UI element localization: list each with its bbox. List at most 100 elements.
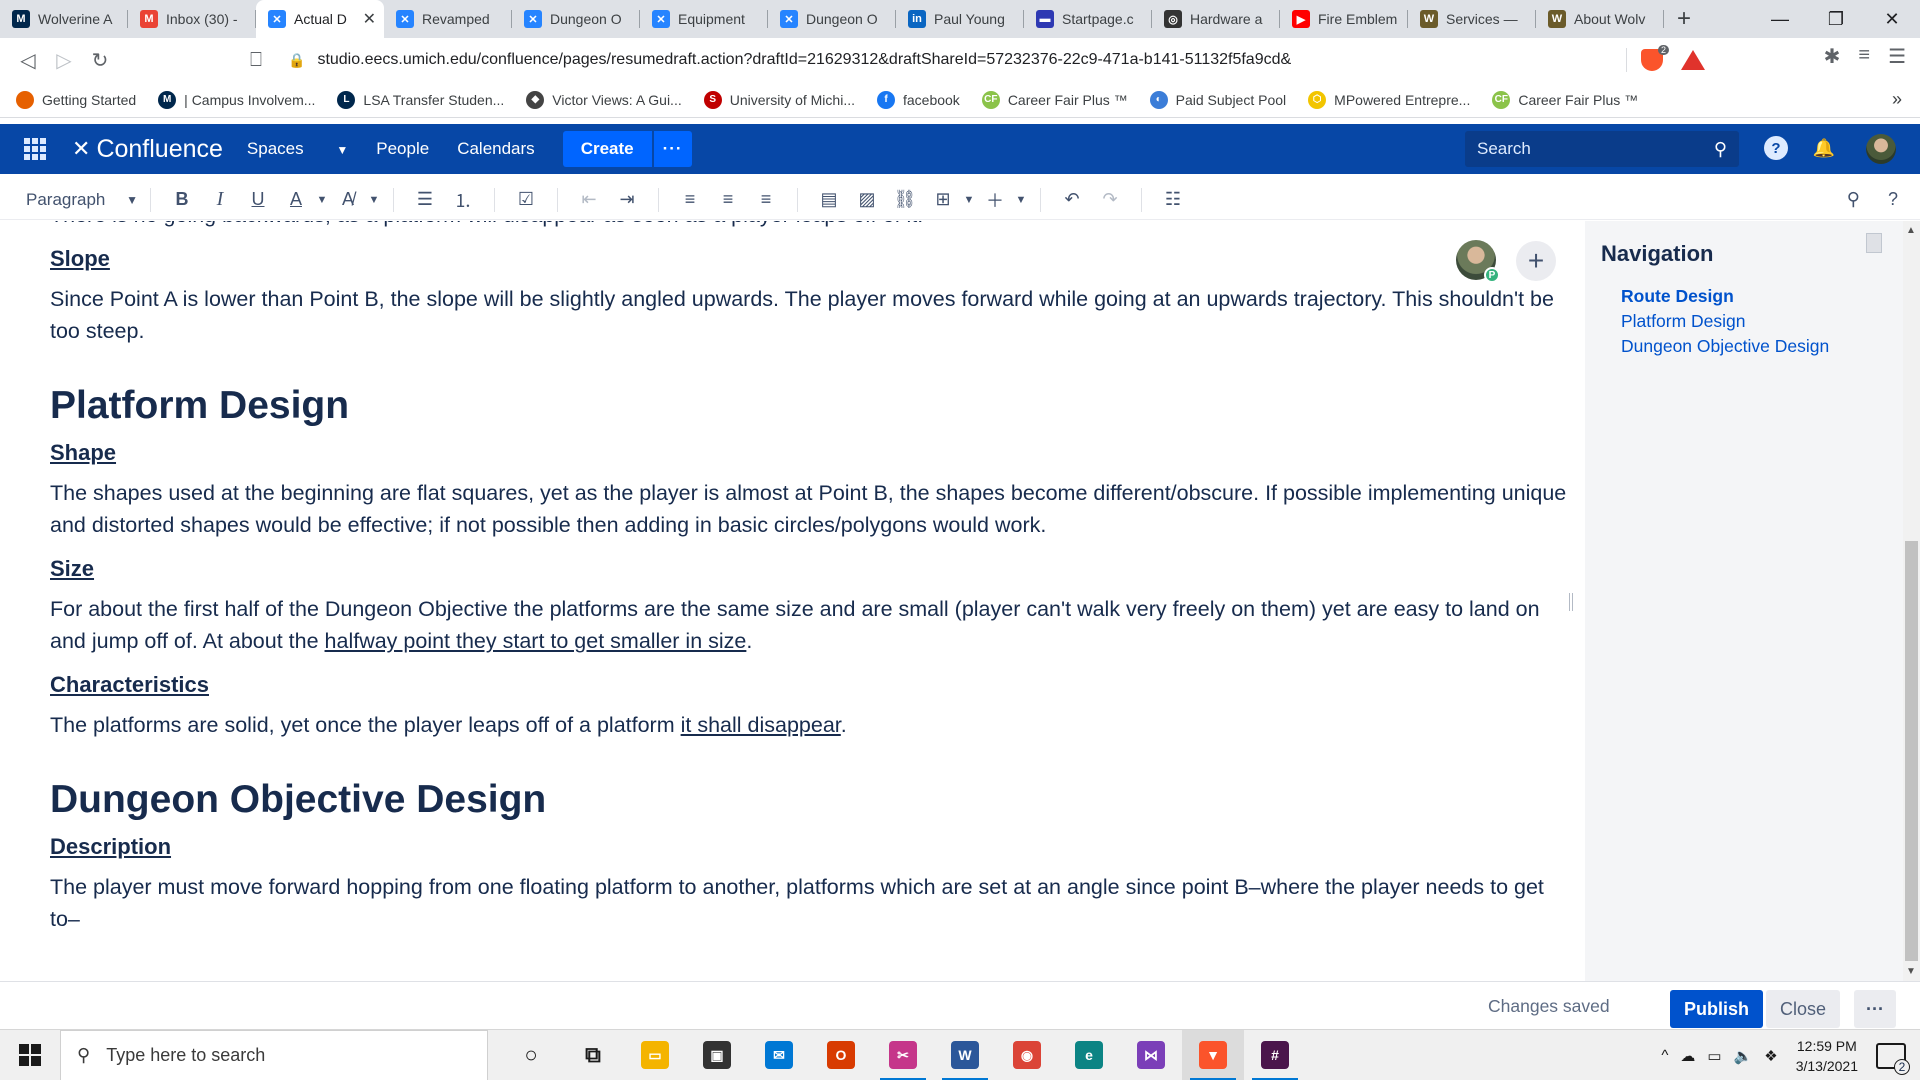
taskbar-app[interactable]: e [1058, 1030, 1120, 1080]
keyboard-help-icon[interactable]: ? [1888, 189, 1898, 210]
bookmark-item[interactable]: M | Campus Involvem... [158, 90, 315, 109]
browser-tab[interactable]: ✕ Dungeon O [512, 0, 640, 38]
bookmarks-overflow-icon[interactable]: » [1892, 89, 1902, 110]
browser-tab[interactable]: in Paul Young [896, 0, 1024, 38]
bookmark-icon[interactable]: ⎕ [238, 42, 274, 78]
battery-icon[interactable]: ▭ [1707, 1047, 1721, 1065]
volume-icon[interactable]: 🔈 [1734, 1047, 1753, 1065]
nav-spaces[interactable]: Spaces ▼ [247, 139, 348, 159]
dropbox-icon[interactable]: ❖ [1764, 1047, 1777, 1065]
indent-icon[interactable]: ⇥ [608, 184, 646, 216]
extensions-icon[interactable]: ✱ [1824, 44, 1841, 69]
redo-button[interactable]: ↷ [1091, 184, 1129, 216]
undo-button[interactable]: ↶ [1053, 184, 1091, 216]
navigation-item[interactable]: Dungeon Objective Design [1621, 334, 1829, 359]
clear-formatting-button[interactable]: A̸ [329, 184, 367, 216]
bookmark-item[interactable]: ◆ Victor Views: A Gui... [526, 90, 682, 109]
reload-icon[interactable]: ↻ [82, 42, 118, 78]
bookmark-item[interactable]: ⬡ MPowered Entrepre... [1308, 90, 1470, 109]
taskbar-app[interactable]: ✂ [872, 1030, 934, 1080]
url-field[interactable]: 🔒 studio.eecs.umich.edu/confluence/pages… [288, 44, 1618, 76]
align-left-icon[interactable]: ≡ [671, 184, 709, 216]
taskbar-search-input[interactable]: ⚲ Type here to search [60, 1029, 488, 1080]
paragraph-style-select[interactable]: Paragraph ▼ [26, 190, 138, 210]
taskbar-app[interactable]: ▭ [624, 1030, 686, 1080]
sidebar-resize-handle[interactable] [1569, 593, 1573, 611]
bold-button[interactable]: B [163, 184, 201, 216]
taskbar-app[interactable]: ✉ [748, 1030, 810, 1080]
bookmark-item[interactable]: CF Career Fair Plus ™ [981, 90, 1128, 109]
underline-button[interactable]: U [239, 184, 277, 216]
page-layout-icon[interactable]: ▤ [810, 184, 848, 216]
navigation-panel-toggle[interactable] [1866, 233, 1882, 253]
italic-button[interactable]: I [201, 184, 239, 216]
close-button[interactable]: Close [1766, 990, 1840, 1028]
browser-tab[interactable]: W About Wolv [1536, 0, 1664, 38]
insert-more-chevron-icon[interactable]: ▼ [1014, 184, 1028, 216]
browser-tab[interactable]: ✕ Revamped [384, 0, 512, 38]
taskbar-app[interactable]: ▼ [1182, 1029, 1244, 1080]
navigation-item[interactable]: Route Design [1621, 284, 1829, 309]
document-body[interactable]: There is no going backwards, as a platfo… [50, 221, 1570, 947]
system-clock[interactable]: 12:59 PM 3/13/2021 [1796, 1036, 1858, 1076]
restore-icon[interactable]: ❐ [1808, 0, 1864, 38]
show-hidden-icons-icon[interactable]: ^ [1661, 1047, 1668, 1064]
align-center-icon[interactable]: ≡ [709, 184, 747, 216]
forward-icon[interactable]: ▷ [46, 42, 82, 78]
bookmark-item[interactable]: Getting Started [16, 90, 136, 109]
browser-tab[interactable]: W Services — [1408, 0, 1536, 38]
playlist-icon[interactable]: ≡ [1858, 44, 1870, 69]
taskbar-app[interactable]: O [810, 1030, 872, 1080]
bookmark-item[interactable]: CF Career Fair Plus ™ [1492, 90, 1638, 109]
taskbar-app[interactable]: # [1244, 1030, 1306, 1080]
taskbar-app[interactable]: W [934, 1030, 996, 1080]
browser-tab[interactable]: ✕ Equipment [640, 0, 768, 38]
new-tab-button[interactable]: + [1664, 0, 1704, 38]
editor-content[interactable]: There is no going backwards, as a platfo… [0, 221, 1585, 981]
browser-tab[interactable]: ▬ Startpage.c [1024, 0, 1152, 38]
taskbar-app[interactable]: ◉ [996, 1030, 1058, 1080]
scroll-down-icon[interactable]: ▼ [1906, 966, 1916, 977]
table-chevron-icon[interactable]: ▼ [962, 184, 976, 216]
bookmark-item[interactable]: L LSA Transfer Studen... [337, 90, 504, 109]
footer-more-button[interactable]: ··· [1854, 990, 1896, 1028]
insert-image-icon[interactable]: ▨ [848, 184, 886, 216]
user-avatar[interactable] [1866, 134, 1896, 164]
browser-tab[interactable]: ◎ Hardware a [1152, 0, 1280, 38]
header-search-input[interactable]: Search ⚲ [1465, 131, 1739, 167]
task-list-icon[interactable]: ☑ [507, 184, 545, 216]
browser-menu-icon[interactable]: ☰ [1888, 44, 1906, 69]
minimize-icon[interactable]: — [1752, 0, 1808, 38]
browser-tab[interactable]: M Wolverine A [0, 0, 128, 38]
scroll-up-icon[interactable]: ▲ [1906, 225, 1916, 236]
taskbar-app[interactable]: ⋈ [1120, 1030, 1182, 1080]
brave-shields-icon[interactable]: 2 [1641, 45, 1669, 71]
back-icon[interactable]: ◁ [10, 42, 46, 78]
start-button[interactable] [0, 1030, 60, 1080]
create-button[interactable]: Create [562, 131, 652, 167]
bookmark-item[interactable]: ◐ Paid Subject Pool [1149, 90, 1286, 109]
brave-rewards-icon[interactable] [1681, 50, 1705, 70]
bullet-list-icon[interactable]: ☰ [406, 184, 444, 216]
insert-more-icon[interactable]: ＋ [976, 184, 1014, 216]
find-replace-icon[interactable]: ⚲ [1847, 189, 1860, 210]
create-more-button[interactable]: ··· [653, 131, 692, 167]
nav-people[interactable]: People [376, 139, 429, 159]
page-properties-icon[interactable]: ☷ [1154, 184, 1192, 216]
insert-link-icon[interactable]: ⛓ [886, 184, 924, 216]
vertical-scrollbar[interactable]: ▲ ▼ [1903, 221, 1920, 981]
add-collaborator-button[interactable]: + [1516, 241, 1556, 281]
browser-tab[interactable]: ▶ Fire Emblem [1280, 0, 1408, 38]
taskbar-app[interactable]: ○ [500, 1030, 562, 1080]
outdent-icon[interactable]: ⇤ [570, 184, 608, 216]
bookmark-item[interactable]: f facebook [876, 90, 960, 109]
align-right-icon[interactable]: ≡ [747, 184, 785, 216]
publish-button[interactable]: Publish [1670, 990, 1764, 1028]
notification-center-icon[interactable]: 2 [1876, 1042, 1910, 1075]
browser-tab[interactable]: ✕ Actual D ✕ [256, 0, 384, 38]
app-switcher-icon[interactable] [24, 138, 46, 160]
clear-format-chevron-icon[interactable]: ▼ [367, 184, 381, 216]
close-tab-icon[interactable]: ✕ [363, 9, 376, 29]
taskbar-app[interactable]: ▣ [686, 1030, 748, 1080]
text-color-chevron-icon[interactable]: ▼ [315, 184, 329, 216]
